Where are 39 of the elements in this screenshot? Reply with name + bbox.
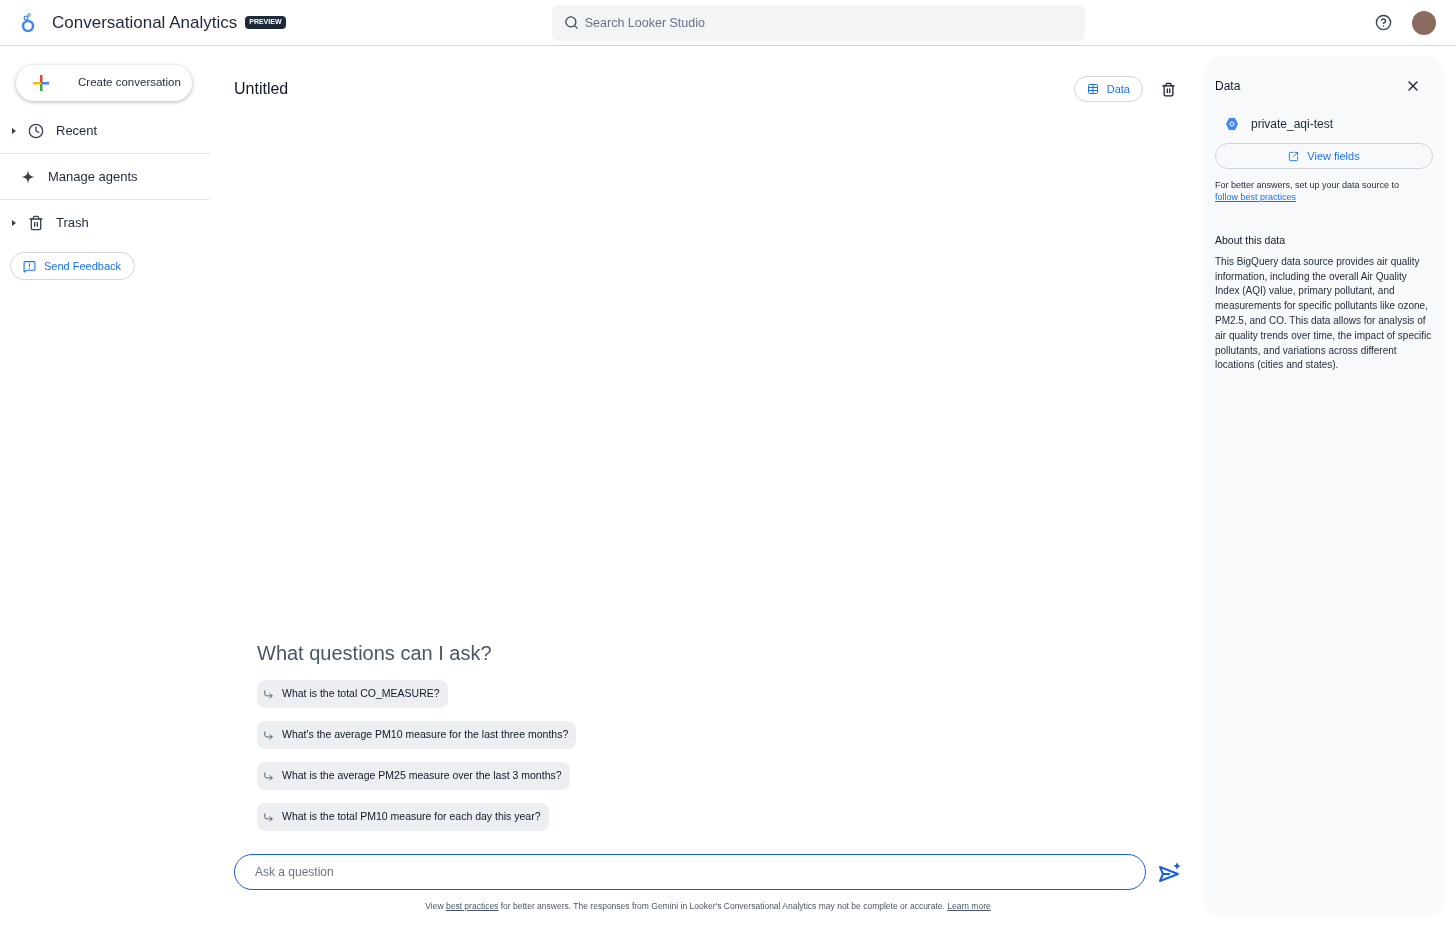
conversation-title: Untitled	[234, 79, 290, 99]
table-icon	[1086, 83, 1099, 95]
suggested-question[interactable]: What's the average PM10 measure for the last three months?	[257, 721, 577, 750]
link[interactable]: Learn more	[947, 901, 991, 912]
create-conversation-button[interactable]: Create conversation	[16, 65, 192, 101]
sidebar-item[interactable]: Trash	[0, 213, 89, 233]
help-icon[interactable]	[1375, 14, 1392, 31]
hint-text: For better answers, set up your data source to follow best practices	[1215, 179, 1401, 203]
suggested-question[interactable]: What is the average PM25 measure over the last 3 months?	[257, 762, 570, 791]
external-link-icon	[1288, 150, 1300, 162]
search-icon	[563, 14, 579, 30]
plus-icon	[32, 74, 50, 92]
questions-heading: What questions can I ask?	[257, 641, 492, 667]
arrow-icon	[263, 770, 274, 782]
suggested-question[interactable]: What is the total CO_MEASURE?	[257, 680, 448, 709]
disclaimer-text: View best practices for better answers. The responses from Gemini in Looker's Conversational Analytics may not be complete or accurate. Learn more	[425, 900, 991, 913]
about-text: This BigQuery data source provides air quality information, including the overall Air Quality Index (AQI) value, primary pollutant, and measurements for specific pollutants like ozone, PM2.5, and CO. This data allows for analysis of air quality trends over time, the impact of specific pollutants, and variations across different locations (cities and states).	[1215, 254, 1433, 373]
arrow-icon	[263, 688, 274, 700]
sidebar-item[interactable]: Manage agents	[0, 166, 138, 187]
search-field[interactable]: Search Looker Studio	[551, 4, 1085, 41]
panel-title: Data	[1215, 78, 1241, 95]
avatar[interactable]	[1412, 10, 1436, 35]
data-source-name: private_aqi-test	[1251, 116, 1334, 133]
link[interactable]: best practices	[445, 901, 499, 912]
suggested-question[interactable]: What is the total PM10 measure for each day this year?	[257, 803, 549, 832]
send-icon[interactable]	[1158, 861, 1182, 884]
sidebar-item[interactable]: Recent	[0, 120, 98, 141]
app-title: Conversational Analytics	[52, 11, 238, 34]
delete-icon[interactable]	[1161, 81, 1176, 97]
arrow-icon	[263, 729, 274, 741]
arrow-icon	[263, 811, 274, 823]
logo-icon	[20, 11, 36, 34]
trash-icon	[28, 215, 44, 231]
feedback-icon	[23, 259, 36, 273]
clock-icon	[28, 122, 44, 139]
about-heading: About this data	[1215, 233, 1287, 248]
link[interactable]: follow best practices	[1215, 192, 1297, 202]
question-field[interactable]: Ask a question	[234, 854, 1146, 891]
hexagon-icon	[1225, 117, 1239, 131]
